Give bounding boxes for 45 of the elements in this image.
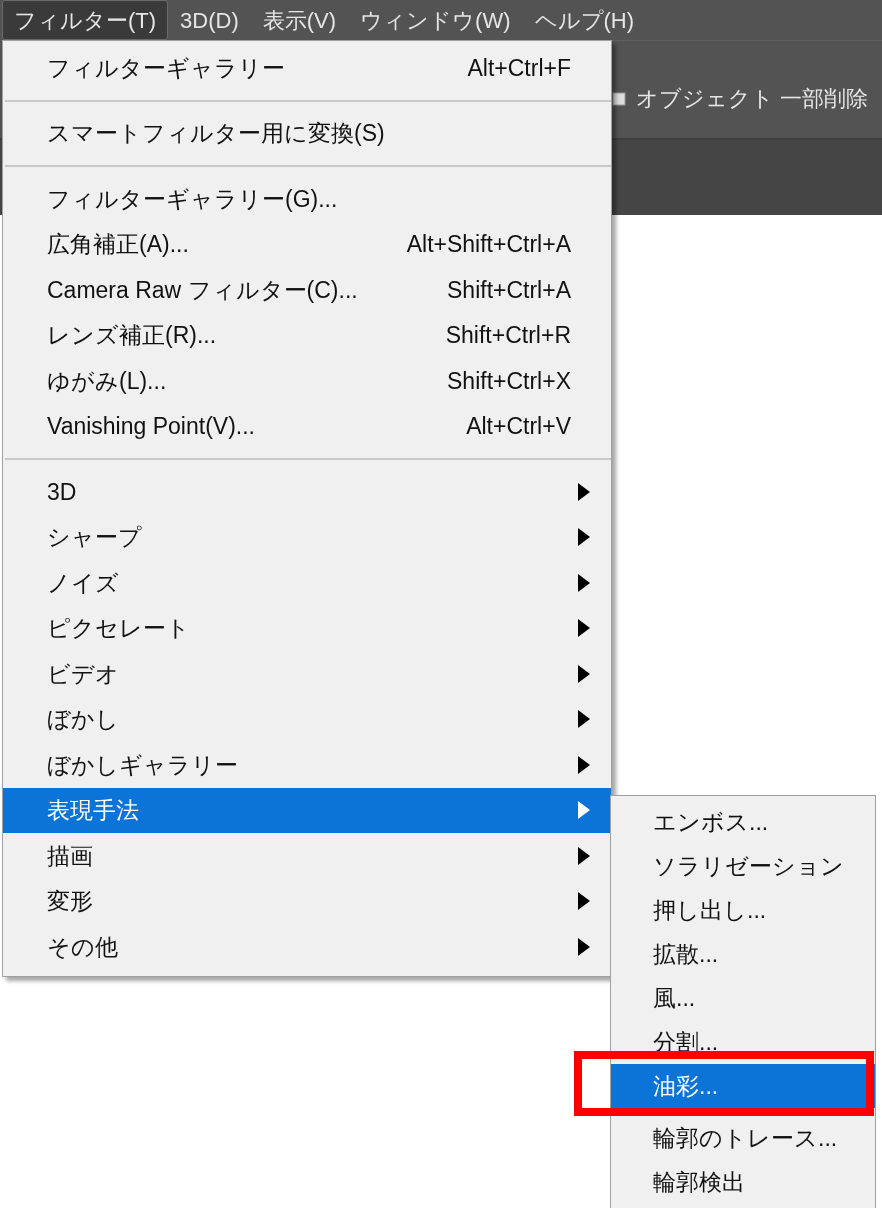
menu-item[interactable]: 広角補正(A)... Alt+Shift+Ctrl+A: [3, 221, 611, 267]
menu-bar-item[interactable]: 3D(D): [168, 0, 251, 40]
submenu-arrow-icon: [577, 481, 591, 502]
menu-item[interactable]: 描画: [3, 833, 611, 879]
submenu-arrow-icon: [577, 527, 591, 548]
submenu-item[interactable]: 押し出し...: [611, 888, 875, 932]
submenu-item[interactable]: 拡散...: [611, 932, 875, 976]
submenu-arrow-icon: [577, 618, 591, 639]
menu-bar-item[interactable]: フィルター(T): [2, 0, 169, 40]
menu-item[interactable]: その他: [3, 924, 611, 970]
submenu-item[interactable]: 風...: [611, 976, 875, 1020]
menu-item[interactable]: シャープ: [3, 514, 611, 560]
submenu-arrow-icon: [577, 754, 591, 775]
menu-item[interactable]: スマートフィルター用に変換(S): [3, 110, 611, 156]
submenu-arrow-icon: [577, 572, 591, 593]
checkbox-label: オブジェクト 一部削除: [636, 85, 869, 113]
submenu-arrow-icon: [577, 709, 591, 730]
menu-bar-item[interactable]: 表示(V): [250, 0, 349, 40]
menu-item[interactable]: フィルターギャラリー(G)...: [3, 176, 611, 222]
submenu-item[interactable]: ソラリゼーション: [611, 844, 875, 888]
menu-item[interactable]: レンズ補正(R)... Shift+Ctrl+R: [3, 312, 611, 358]
menu-item[interactable]: ピクセレート: [3, 605, 611, 651]
submenu-arrow-icon: [577, 891, 591, 912]
menu-item[interactable]: ノイズ: [3, 560, 611, 606]
submenu-arrow-icon: [577, 663, 591, 684]
checkbox-icon[interactable]: [612, 91, 626, 106]
submenu-item[interactable]: 油彩...: [611, 1064, 875, 1108]
submenu-item[interactable]: エンボス...: [611, 800, 875, 844]
menu-bar-item[interactable]: ウィンドウ(W): [348, 0, 523, 40]
menu-item[interactable]: 変形: [3, 878, 611, 924]
submenu-item[interactable]: 輪郭検出: [611, 1160, 875, 1204]
submenu-arrow-icon: [577, 845, 591, 866]
menu-item[interactable]: Vanishing Point(V)... Alt+Ctrl+V: [3, 403, 611, 449]
submenu-arrow-icon: [577, 936, 591, 957]
menu-item[interactable]: フィルターギャラリー Alt+Ctrl+F: [3, 45, 611, 91]
menu-item[interactable]: Camera Raw フィルター(C)... Shift+Ctrl+A: [3, 267, 611, 313]
menu-item[interactable]: ぼかしギャラリー: [3, 742, 611, 788]
submenu-item[interactable]: 輪郭のトレース...: [611, 1116, 875, 1160]
menu-bar-item[interactable]: ヘルプ(H): [522, 0, 647, 40]
menu-item[interactable]: ビデオ: [3, 651, 611, 697]
submenu-arrow-icon: [577, 800, 591, 821]
menu-item[interactable]: ゆがみ(L)... Shift+Ctrl+X: [3, 358, 611, 404]
menu-item[interactable]: 表現手法: [3, 787, 611, 833]
menu-item[interactable]: 3D: [3, 469, 611, 515]
menu-item[interactable]: ぼかし: [3, 696, 611, 742]
